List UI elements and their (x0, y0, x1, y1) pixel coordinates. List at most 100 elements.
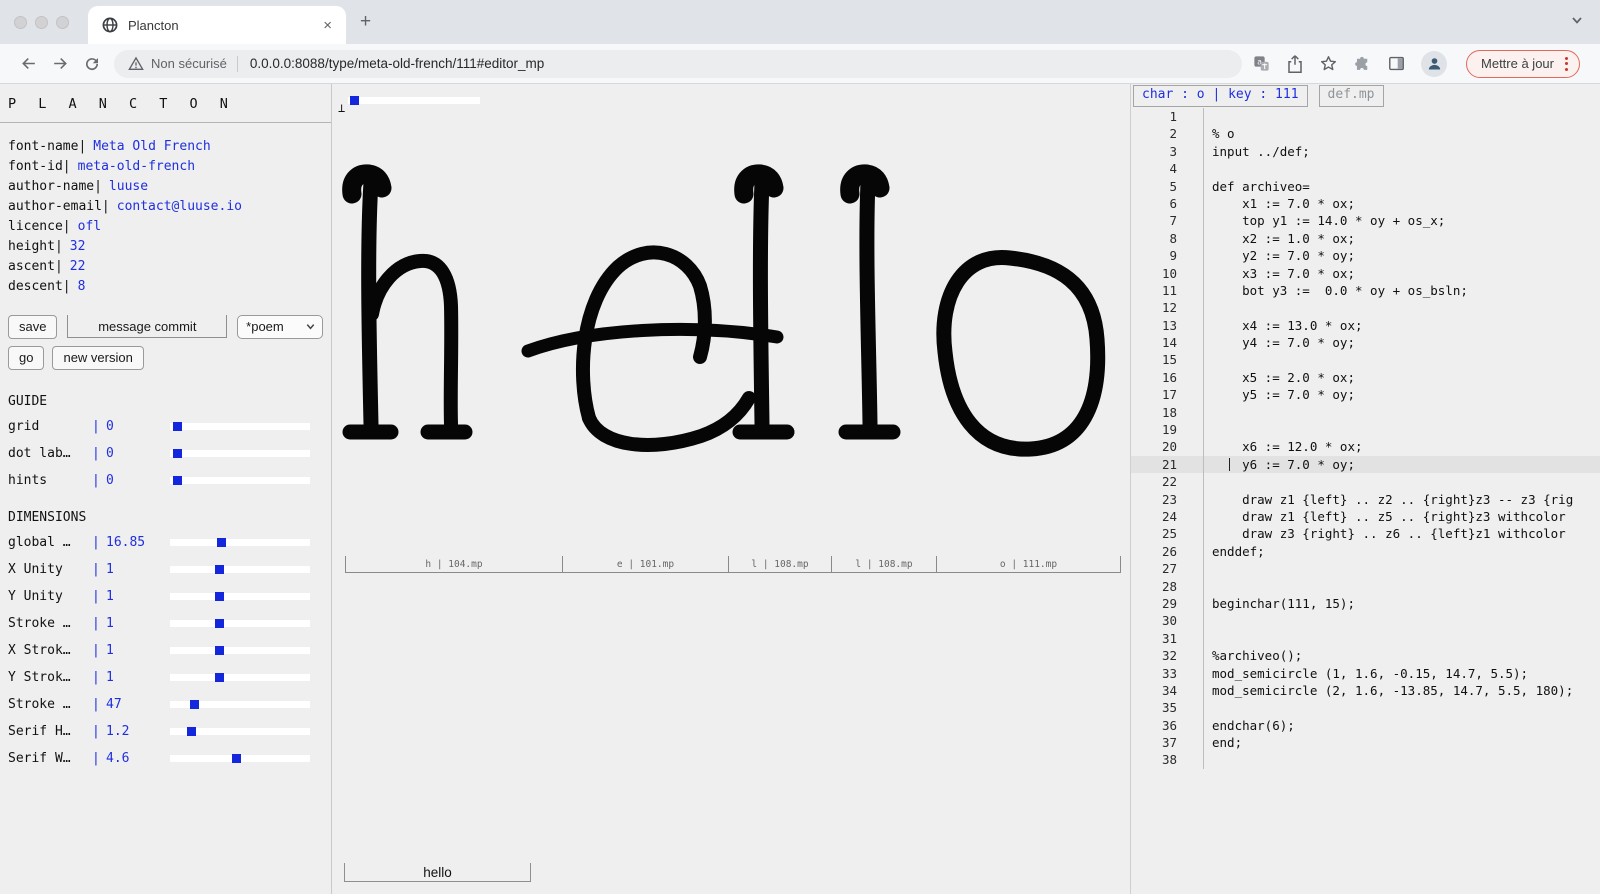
slider-track[interactable] (170, 565, 310, 574)
code-text[interactable] (1204, 299, 1600, 316)
code-line[interactable]: 37 end; (1131, 734, 1600, 752)
slider-track[interactable] (170, 592, 310, 601)
code-text[interactable]: x5 := 2.0 * ox; (1204, 369, 1600, 386)
side-panel-icon[interactable] (1387, 54, 1406, 73)
code-line[interactable]: 31 (1131, 629, 1600, 648)
tab-def-mp[interactable]: def.mp (1318, 85, 1384, 107)
code-line[interactable]: 16 x5 := 2.0 * ox; (1131, 368, 1600, 387)
code-line[interactable]: 14 y4 := 7.0 * oy; (1131, 334, 1600, 352)
meta-value[interactable]: ofl (78, 219, 101, 234)
code-line[interactable]: 32 %archiveo(); (1131, 647, 1600, 665)
code-line[interactable]: 9 y2 := 7.0 * oy; (1131, 247, 1600, 265)
meta-value[interactable]: luuse (109, 179, 148, 194)
slider-track[interactable] (170, 646, 310, 655)
slider-thumb[interactable] (215, 619, 224, 628)
meta-value[interactable]: 22 (70, 259, 86, 274)
code-line[interactable]: 6 x1 := 7.0 * ox; (1131, 194, 1600, 213)
code-text[interactable]: input ../def; (1204, 143, 1600, 160)
code-line[interactable]: 19 (1131, 421, 1600, 439)
code-text[interactable]: x1 := 7.0 * ox; (1204, 195, 1600, 212)
poem-select[interactable]: *poem (237, 315, 323, 339)
security-label[interactable]: Non sécurisé (151, 56, 227, 71)
code-text[interactable]: draw z1 {left} .. z2 .. {right}z3 -- z3 … (1204, 491, 1600, 508)
code-text[interactable] (1204, 421, 1600, 438)
slider-thumb[interactable] (215, 565, 224, 574)
code-text[interactable] (1204, 560, 1600, 577)
code-text[interactable]: end; (1204, 734, 1600, 751)
minimize-window-button[interactable] (35, 16, 48, 29)
code-line[interactable]: 5 def archiveo= (1131, 177, 1600, 195)
code-line[interactable]: 13 x4 := 13.0 * ox; (1131, 316, 1600, 335)
code-line[interactable]: 26 enddef; (1131, 542, 1600, 561)
slider-track[interactable] (170, 754, 310, 763)
slider-thumb[interactable] (173, 449, 182, 458)
code-text[interactable]: y4 := 7.0 * oy; (1204, 334, 1600, 351)
code-text[interactable] (1204, 612, 1600, 629)
code-text[interactable]: x6 := 12.0 * ox; (1204, 438, 1600, 455)
tab-search-chevron-icon[interactable] (1570, 13, 1584, 27)
message-commit-input[interactable]: message commit (67, 315, 228, 338)
code-text[interactable]: y2 := 7.0 * oy; (1204, 247, 1600, 264)
code-text[interactable]: top y1 := 14.0 * oy + os_x; (1204, 212, 1600, 229)
slider-track[interactable] (170, 700, 310, 709)
meta-value[interactable]: meta-old-french (78, 159, 195, 174)
code-line[interactable]: 28 (1131, 577, 1600, 595)
slider-track[interactable] (170, 727, 310, 736)
code-line[interactable]: 8 x2 := 1.0 * ox; (1131, 229, 1600, 248)
code-line[interactable]: 36 endchar(6); (1131, 716, 1600, 735)
tab-char-file[interactable]: char : o | key : 111 (1133, 85, 1308, 107)
code-text[interactable]: y5 := 7.0 * oy; (1204, 386, 1600, 403)
code-text[interactable] (1204, 751, 1600, 768)
code-text[interactable]: enddef; (1204, 543, 1600, 560)
code-text[interactable]: mod_semicircle (2, 1.6, -13.85, 14.7, 5.… (1204, 682, 1600, 699)
code-text[interactable] (1204, 404, 1600, 421)
slider-thumb[interactable] (217, 538, 226, 547)
code-text[interactable] (1204, 160, 1600, 177)
slider-thumb[interactable] (187, 727, 196, 736)
code-text[interactable]: y6 := 7.0 * oy; (1204, 456, 1600, 473)
slider-track[interactable] (170, 449, 310, 458)
code-line[interactable]: 23 draw z1 {left} .. z2 .. {right}z3 -- … (1131, 490, 1600, 508)
star-bookmark-icon[interactable] (1319, 54, 1338, 73)
code-text[interactable]: draw z3 {right} .. z6 .. {left}z1 withco… (1204, 525, 1600, 542)
slider-track[interactable] (170, 619, 310, 628)
code-line[interactable]: 15 (1131, 351, 1600, 369)
code-line[interactable]: 35 (1131, 699, 1600, 717)
code-text[interactable]: bot y3 := 0.0 * oy + os_bsln; (1204, 282, 1600, 299)
code-line[interactable]: 12 (1131, 299, 1600, 317)
reload-button[interactable] (76, 48, 108, 80)
code-text[interactable]: x4 := 13.0 * ox; (1204, 317, 1600, 334)
extensions-puzzle-icon[interactable] (1353, 54, 1372, 73)
code-text[interactable] (1204, 351, 1600, 368)
url-text[interactable]: 0.0.0.0:8088/type/meta-old-french/111#ed… (250, 56, 544, 71)
code-line[interactable]: 4 (1131, 160, 1600, 178)
meta-value[interactable]: 8 (78, 279, 86, 294)
slider-track[interactable] (170, 422, 310, 431)
code-line[interactable]: 20 x6 := 12.0 * ox; (1131, 438, 1600, 456)
code-text[interactable] (1204, 699, 1600, 716)
code-line[interactable]: 2% o (1131, 125, 1600, 143)
slider-thumb[interactable] (190, 700, 199, 709)
code-line[interactable]: 10 x3 := 7.0 * ox; (1131, 264, 1600, 282)
translate-icon[interactable]: a (1252, 54, 1271, 73)
window-controls[interactable] (14, 16, 69, 29)
forward-button[interactable] (44, 48, 76, 80)
meta-value[interactable]: Meta Old French (93, 139, 210, 154)
code-line[interactable]: 25 draw z3 {right} .. z6 .. {left}z1 wit… (1131, 525, 1600, 543)
close-tab-icon[interactable]: × (319, 17, 336, 34)
code-line[interactable]: 27 (1131, 560, 1600, 578)
code-line[interactable]: 22 (1131, 473, 1600, 491)
code-line[interactable]: 1 (1131, 108, 1600, 126)
new-version-button[interactable]: new version (52, 346, 144, 370)
kebab-menu-icon[interactable] (1565, 56, 1568, 71)
code-area[interactable]: 1 2% o 3 input ../def; 4 5 def archiveo= 6 x1 :… (1131, 108, 1600, 769)
code-line[interactable]: 38 (1131, 751, 1600, 769)
code-text[interactable]: x3 := 7.0 * ox; (1204, 265, 1600, 282)
slider-thumb[interactable] (173, 476, 182, 485)
code-line[interactable]: 24 draw z1 {left} .. z5 .. {right}z3 wit… (1131, 507, 1600, 526)
code-line[interactable]: 30 (1131, 612, 1600, 630)
code-text[interactable] (1204, 108, 1600, 125)
close-window-button[interactable] (14, 16, 27, 29)
update-browser-button[interactable]: Mettre à jour (1466, 49, 1580, 78)
preview-text-input[interactable]: hello (344, 863, 531, 882)
